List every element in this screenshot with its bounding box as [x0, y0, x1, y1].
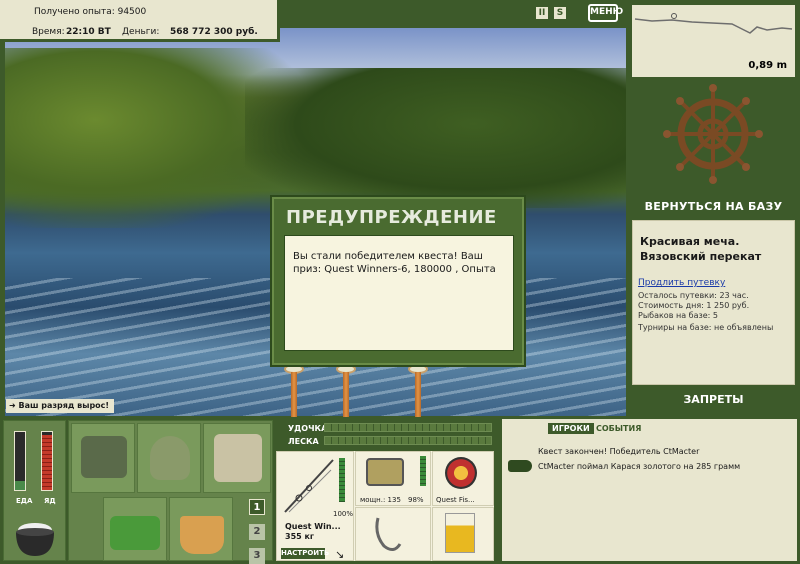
inventory-panel: 1 2 3 [68, 420, 273, 564]
location-title: Красивая меча. Вязовский перекат [640, 235, 762, 263]
depth-value: 0,89 m [748, 60, 787, 71]
rod-holder[interactable] [291, 372, 297, 417]
line-name: Quest Fis... [436, 496, 475, 504]
time-value: 22:10 ВТ [66, 27, 111, 37]
bait-slot[interactable] [432, 507, 494, 561]
hook-slot[interactable] [355, 507, 431, 561]
rod-setup-panel: 100% Quest Win... 355 кг НАСТРОИТЬ ↘ мощ… [276, 451, 494, 561]
expand-arrow-icon[interactable]: ↘ [335, 548, 344, 561]
tournaments-status: Турниры на базе: не объявлены [638, 323, 774, 332]
setup-button[interactable]: НАСТРОИТЬ [281, 548, 329, 559]
reel-slot[interactable]: мощн.: 135 98% [355, 451, 431, 506]
day-cost: Стоимость дня: 1 250 руб. [638, 301, 750, 310]
reel-power: мощн.: 135 [360, 496, 401, 504]
notebook-feather-icon [214, 434, 262, 482]
rod-icon [284, 459, 334, 513]
money-label: Деньги: [122, 27, 160, 37]
inventory-slot[interactable] [71, 423, 135, 493]
money-value: 568 772 300 руб. [170, 27, 258, 37]
rod-holder[interactable] [415, 372, 421, 417]
bait-pack-icon [445, 513, 475, 553]
rod-gauge-label: УДОЧКА [288, 424, 328, 433]
tab-events[interactable]: СОБЫТИЯ [592, 423, 645, 434]
inventory-page-3[interactable]: 3 [249, 548, 265, 564]
menu-button[interactable]: МЕНЮ [588, 4, 624, 22]
poison-bar [41, 431, 53, 491]
pause-button[interactable]: II [536, 7, 548, 19]
dialog-title: ПРЕДУПРЕЖДЕНИЕ [286, 207, 497, 228]
rod-holder[interactable] [343, 372, 349, 417]
rod-slot[interactable]: 100% Quest Win... 355 кг НАСТРОИТЬ ↘ [276, 451, 354, 561]
bucket-icon [180, 516, 224, 554]
rod-durability: 100% [333, 510, 354, 518]
permit-remaining: Осталось путевки: 23 час. [638, 291, 749, 300]
hook-icon [375, 517, 402, 551]
anglers-count: Рыбаков на базе: 5 [638, 311, 718, 320]
event-message: CtMacter поймал Карася золотого на 285 г… [538, 462, 741, 471]
inventory-slot[interactable] [203, 423, 271, 493]
player-stats-panel: Получено опыта: 94500 Время: 22:10 ВТ Де… [0, 0, 280, 42]
cauldron-icon[interactable] [10, 516, 60, 558]
location-info-panel: Красивая меча. Вязовский перекат Продлит… [632, 220, 795, 385]
experience-text: Получено опыта: 94500 [34, 7, 147, 17]
arrow-right-icon: ➜ [9, 401, 19, 410]
food-bar [14, 431, 26, 491]
rod-weight: 355 кг [285, 532, 315, 541]
reel-icon [366, 458, 404, 486]
poison-label: ЯД [44, 497, 56, 505]
extend-permit-link[interactable]: Продлить путевку [638, 278, 725, 288]
rank-up-notice: ➜ Ваш разряд вырос! [6, 399, 115, 413]
inventory-slot[interactable] [137, 423, 201, 493]
poison-bar-fill [42, 434, 52, 490]
needs-panel: ЕДА ЯД [3, 420, 66, 561]
vegetable-basket-icon [110, 516, 160, 550]
rod-name: Quest Win... [285, 522, 341, 531]
events-panel: ИГРОКИ СОБЫТИЯ Квест закончен! Победител… [502, 419, 797, 561]
forest-right [245, 68, 626, 208]
line-tension-gauge [324, 436, 492, 445]
rank-up-text: Ваш разряд вырос! [18, 401, 110, 410]
reel-percent: 98% [408, 496, 424, 504]
inventory-slot[interactable] [169, 497, 233, 561]
food-label: ЕДА [16, 497, 33, 505]
bans-button[interactable]: ЗАПРЕТЫ [632, 393, 795, 406]
sound-button[interactable]: S [554, 7, 566, 19]
float-marker-icon [671, 13, 677, 19]
fish-icon [508, 460, 532, 472]
tackle-box-icon [81, 436, 127, 478]
food-bar-fill [15, 481, 25, 490]
line-slot[interactable]: Quest Fis... [432, 451, 494, 506]
inventory-page-1[interactable]: 1 [249, 499, 265, 515]
tab-players[interactable]: ИГРОКИ [548, 423, 594, 434]
rod-durability-meter [339, 458, 345, 502]
time-label: Время: [32, 27, 65, 37]
menu-label: МЕНЮ [590, 7, 624, 17]
return-to-base-button[interactable]: ВЕРНУТЬСЯ НА БАЗУ [632, 200, 795, 213]
line-gauge-label: ЛЕСКА [288, 437, 319, 446]
line-spool-icon [445, 457, 477, 489]
inventory-page-2[interactable]: 2 [249, 524, 265, 540]
reel-durability-meter [420, 456, 426, 486]
bait-bag-icon [150, 436, 190, 480]
warning-dialog[interactable]: ПРЕДУПРЕЖДЕНИЕ Вы стали победителем квес… [270, 195, 526, 367]
event-message: Квест закончен! Победитель CtMacter [538, 447, 700, 456]
dialog-body: Вы стали победителем квеста! Ваш приз: Q… [284, 235, 514, 351]
inventory-slot[interactable] [103, 497, 167, 561]
depth-map[interactable]: 0,89 m [632, 5, 795, 77]
rod-tension-gauge [324, 423, 492, 432]
